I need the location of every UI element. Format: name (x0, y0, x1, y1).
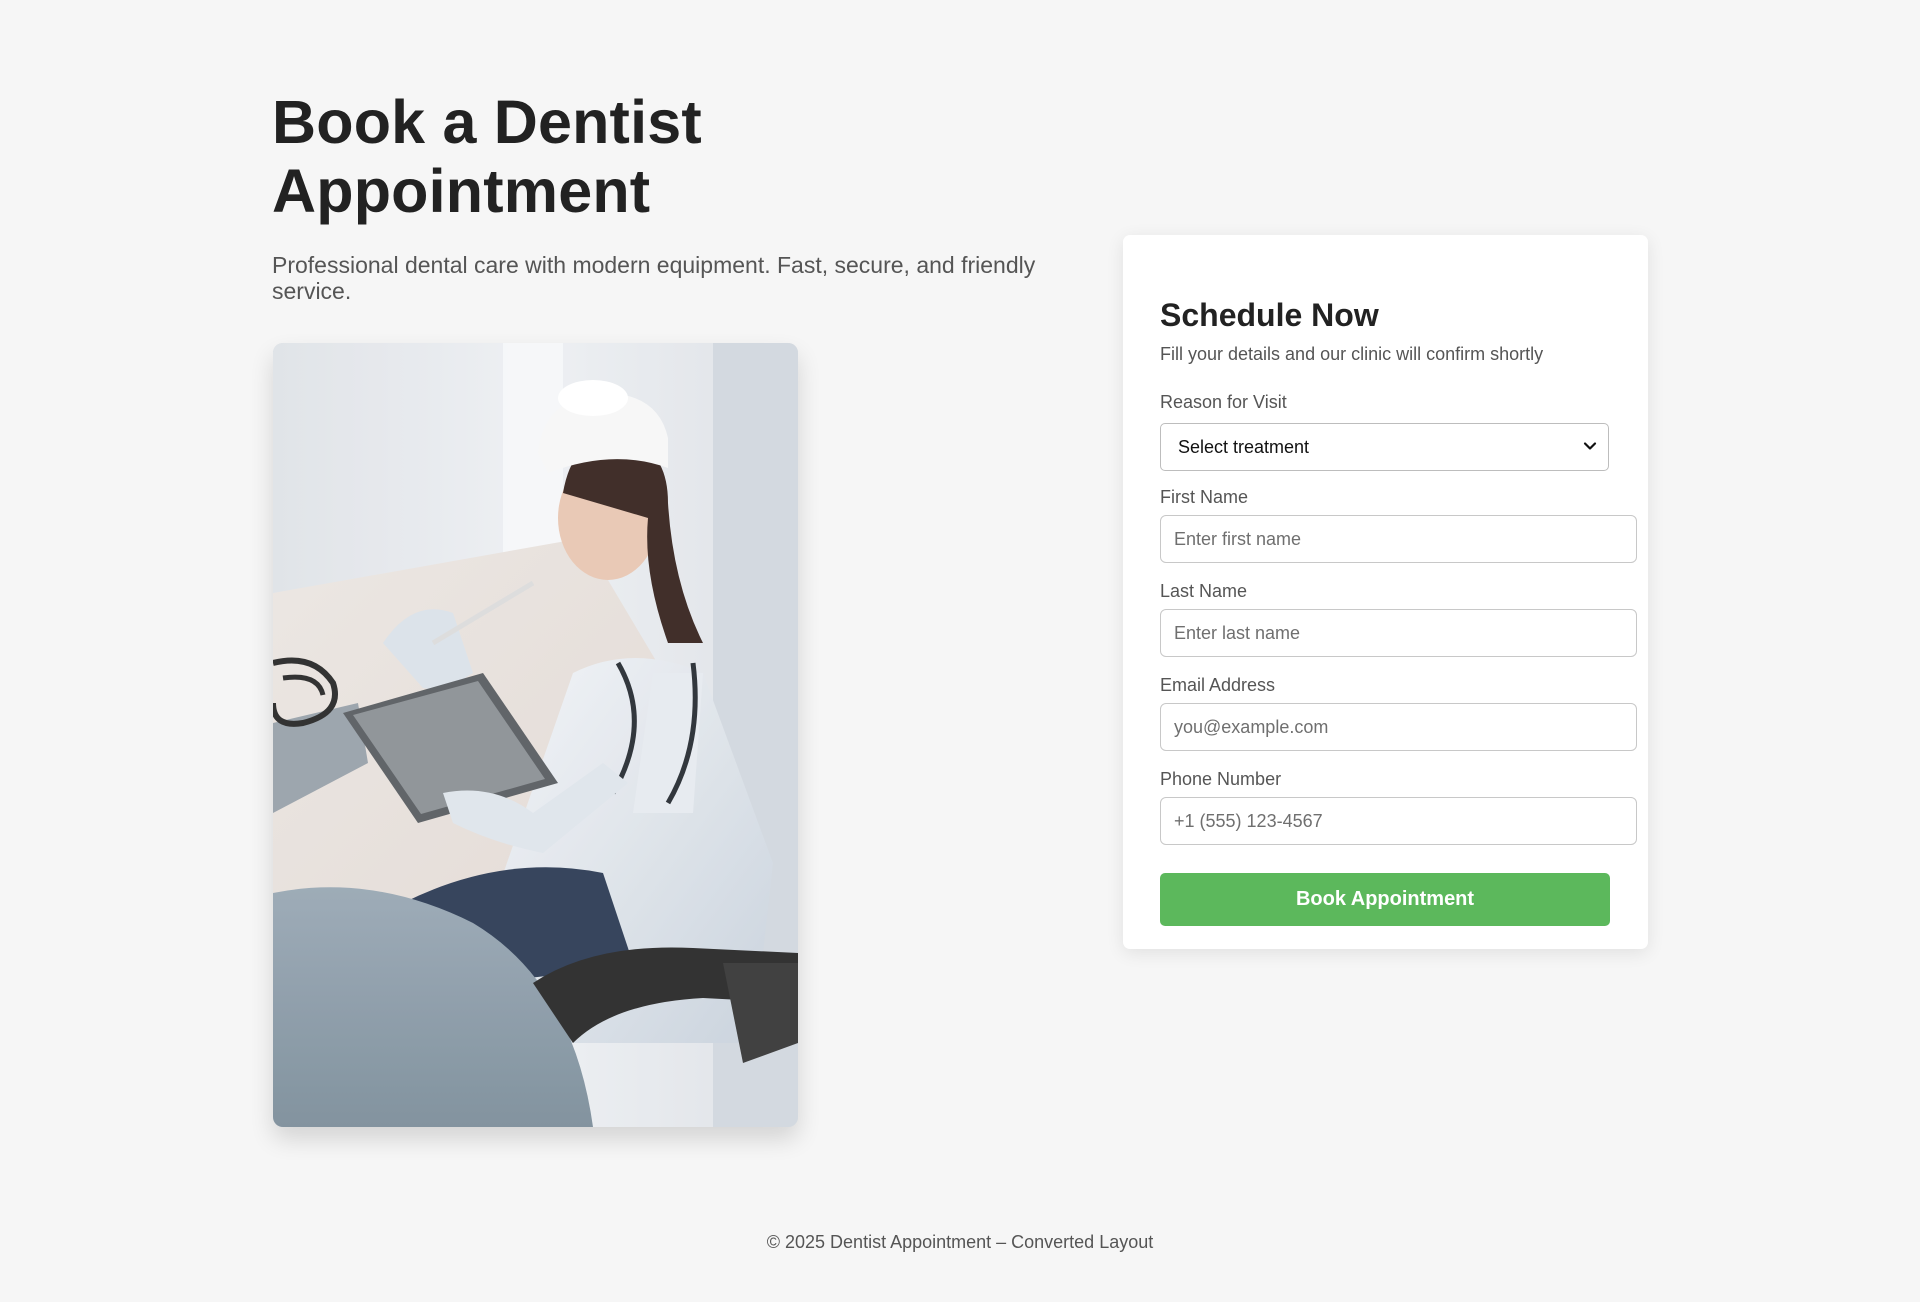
page-title: Book a Dentist Appointment (272, 88, 1052, 226)
email-label: Email Address (1160, 675, 1276, 695)
phone-group: Phone Number (1160, 768, 1638, 845)
reason-select-value: Select treatment (1178, 437, 1310, 457)
email-group: Email Address (1160, 674, 1638, 751)
first-name-label: First Name (1160, 487, 1249, 507)
page-subtitle: Professional dental care with modern equ… (272, 252, 1036, 304)
footer-text: © 2025 Dentist Appointment – Converted L… (766, 1232, 1154, 1252)
chevron-down-icon (1583, 442, 1597, 450)
first-name-group: First Name (1160, 486, 1638, 563)
submit-group: Book Appointment (1160, 873, 1638, 926)
last-name-input[interactable] (1160, 609, 1637, 657)
page-title-line2: Appointment (272, 157, 651, 225)
form-subtitle: Fill your details and our clinic will co… (1160, 344, 1544, 364)
reason-group: Reason for Visit Select treatment (1160, 391, 1638, 471)
book-appointment-button[interactable]: Book Appointment (1160, 873, 1610, 926)
last-name-label: Last Name (1160, 581, 1248, 601)
appointment-form: Schedule Now Fill your details and our c… (1160, 297, 1638, 926)
page: Book a Dentist Appointment Professional … (0, 0, 1920, 1305)
page-title-line1: Book a Dentist (272, 88, 702, 156)
appointment-card: Schedule Now Fill your details and our c… (1123, 235, 1648, 949)
email-input[interactable] (1160, 703, 1637, 751)
phone-label: Phone Number (1160, 769, 1282, 789)
form-title: Schedule Now (1160, 297, 1379, 333)
last-name-group: Last Name (1160, 580, 1638, 657)
dentist-photo (273, 343, 798, 1127)
phone-input[interactable] (1160, 797, 1637, 845)
reason-select[interactable]: Select treatment (1160, 423, 1609, 471)
reason-label: Reason for Visit (1160, 392, 1287, 412)
first-name-input[interactable] (1160, 515, 1637, 563)
hero-section: Book a Dentist Appointment Professional … (272, 88, 1052, 304)
